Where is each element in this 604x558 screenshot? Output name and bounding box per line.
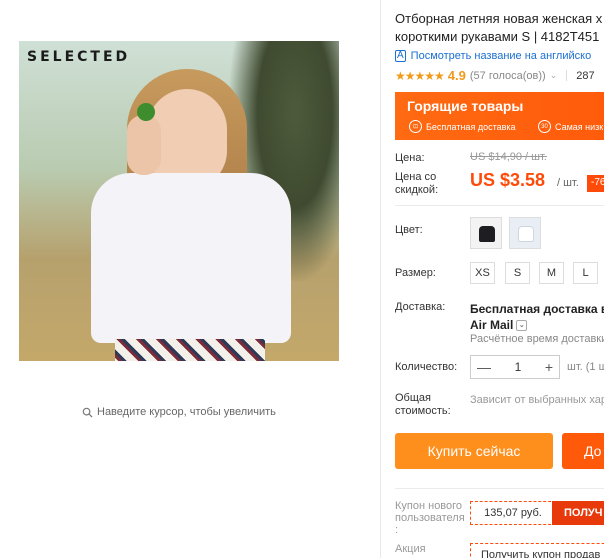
image-clover-leaf bbox=[137, 103, 155, 121]
rating-row: ★★★★★ 4.9 (57 голоса(ов)) ⌄ 287 bbox=[395, 68, 595, 83]
image-model-skirt bbox=[115, 339, 265, 361]
thirty-badge-icon: 30 bbox=[538, 120, 551, 133]
new-user-coupon-label-line-1: Купон нового bbox=[395, 500, 463, 512]
color-label: Цвет: bbox=[395, 224, 423, 236]
white-tshirt-icon bbox=[518, 226, 534, 242]
product-title-line-1: Отборная летняя новая женская х bbox=[395, 11, 603, 26]
discount-price-label-line-2: скидкой: bbox=[395, 184, 439, 196]
quantity-stepper: — 1 + bbox=[470, 355, 560, 379]
promotion-label: Акция bbox=[395, 543, 426, 555]
discount-price-label-line-1: Цена со bbox=[395, 171, 437, 183]
new-user-coupon-value: 135,07 руб. bbox=[470, 501, 556, 525]
zoom-hint-text: Наведите курсор, чтобы увеличить bbox=[97, 406, 276, 418]
lowest-price-text: Самая низк bbox=[555, 121, 604, 132]
rating-votes-link[interactable]: (57 голоса(ов)) bbox=[470, 70, 546, 82]
hot-deals-banner: Горящие товары ⊡ Бесплатная доставка 30 … bbox=[395, 92, 604, 140]
total-cost-value: Зависит от выбранных хар bbox=[470, 394, 604, 406]
shipping-label: Доставка: bbox=[395, 301, 446, 313]
shipping-method-line-2: Air Mail ⌄ bbox=[470, 317, 604, 333]
shipping-method: Бесплатная доставка в R Air Mail⌄ bbox=[470, 301, 604, 333]
product-title-line-2: короткими рукавами S | 4182T451 bbox=[395, 29, 600, 44]
hot-deals-free-shipping: ⊡ Бесплатная доставка bbox=[409, 120, 516, 133]
color-swatch-white[interactable] bbox=[509, 217, 541, 249]
hot-deals-lowest-price: 30 Самая низк bbox=[538, 120, 603, 133]
rating-separator bbox=[566, 70, 568, 81]
quantity-label: Количество: bbox=[395, 361, 458, 373]
chevron-down-icon[interactable]: ⌄ bbox=[550, 70, 558, 81]
get-coupon-button[interactable]: ПОЛУЧ bbox=[552, 501, 604, 525]
size-option-xs[interactable]: XS bbox=[470, 262, 495, 284]
shipping-method-line-2-text: Air Mail bbox=[470, 318, 514, 332]
discount-badge: -76 bbox=[587, 175, 604, 192]
quantity-input[interactable]: 1 bbox=[515, 360, 522, 374]
free-shipping-text: Бесплатная доставка bbox=[426, 121, 516, 132]
shipping-method-line-1: Бесплатная доставка в R bbox=[470, 302, 604, 316]
quantity-increase-button[interactable]: + bbox=[545, 360, 553, 374]
quantity-unit: шт. (1 ш bbox=[567, 361, 604, 373]
product-main-image[interactable]: SELECTED bbox=[19, 41, 339, 361]
discount-price-label: Цена со скидкой: bbox=[395, 171, 438, 197]
hot-deals-title: Горящие товары bbox=[407, 98, 524, 114]
image-model-shirt bbox=[91, 173, 291, 343]
panel-divider bbox=[380, 0, 381, 558]
shipping-estimated-time: Расчётное время доставки bbox=[470, 333, 604, 345]
new-user-coupon-label: Купон нового пользователя : bbox=[395, 500, 465, 536]
black-tshirt-icon bbox=[479, 226, 495, 242]
quantity-decrease-button[interactable]: — bbox=[477, 360, 491, 374]
zoom-hint: Наведите курсор, чтобы увеличить bbox=[82, 406, 276, 418]
color-swatch-black[interactable] bbox=[470, 217, 502, 249]
image-model-hand bbox=[127, 115, 161, 175]
new-user-coupon-label-line-2: пользователя bbox=[395, 512, 465, 524]
magnifier-icon bbox=[82, 407, 93, 418]
translate-link-text: Посмотреть название на английско bbox=[410, 50, 592, 62]
divider-line bbox=[395, 488, 604, 489]
price-label: Цена: bbox=[395, 152, 425, 164]
divider-line bbox=[395, 205, 604, 206]
buy-now-button[interactable]: Купить сейчас bbox=[395, 433, 553, 469]
chevron-down-icon[interactable]: ⌄ bbox=[516, 320, 528, 332]
product-gallery: SELECTED Наведите курсор, чтобы увеличит… bbox=[0, 0, 380, 558]
size-option-l[interactable]: L bbox=[573, 262, 598, 284]
total-cost-label-line-1: Общая bbox=[395, 392, 431, 404]
total-cost-label: Общая стоимость: bbox=[395, 392, 451, 418]
price-original: US $14,90 / шт. bbox=[470, 151, 547, 163]
translate-title-link[interactable]: A Посмотреть название на английско bbox=[395, 50, 591, 62]
total-cost-label-line-2: стоимость: bbox=[395, 405, 451, 417]
star-rating-icons: ★★★★★ bbox=[395, 68, 445, 83]
price-unit: / шт. bbox=[557, 177, 579, 189]
free-shipping-icon: ⊡ bbox=[409, 120, 422, 133]
orders-count: 287 bbox=[576, 69, 595, 82]
brand-logo: SELECTED bbox=[27, 49, 131, 65]
product-title: Отборная летняя новая женская х коротким… bbox=[395, 10, 604, 46]
size-option-m[interactable]: M bbox=[539, 262, 564, 284]
add-to-cart-button[interactable]: До bbox=[562, 433, 604, 469]
translate-icon: A bbox=[395, 50, 406, 62]
rating-score: 4.9 bbox=[447, 68, 466, 83]
product-info-panel: Отборная летняя новая женская х коротким… bbox=[395, 0, 604, 558]
seller-coupon-link[interactable]: Получить купон продав bbox=[470, 543, 604, 558]
size-label: Размер: bbox=[395, 267, 436, 279]
price-discounted: US $3.58 bbox=[470, 170, 546, 190]
size-option-s[interactable]: S bbox=[505, 262, 530, 284]
new-user-coupon-label-line-3: : bbox=[395, 524, 399, 536]
